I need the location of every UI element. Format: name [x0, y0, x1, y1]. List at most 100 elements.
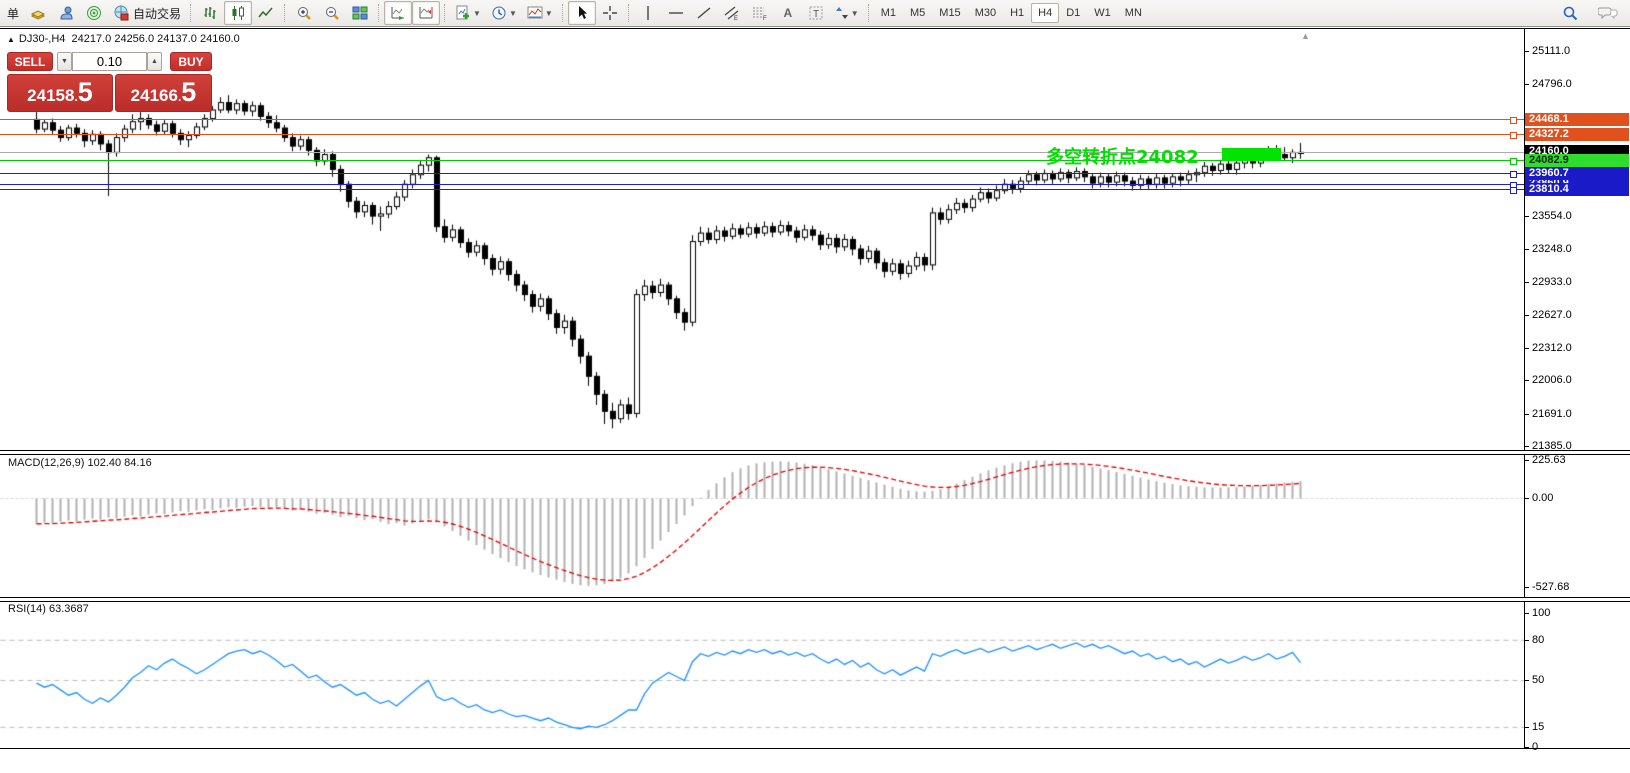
triangle-up-icon: ▲	[151, 58, 158, 65]
sell-price-point: 5	[78, 75, 93, 109]
horizontal-price-line[interactable]	[0, 119, 1524, 120]
line-handle[interactable]	[1510, 158, 1517, 165]
rsi-tick-mark	[1524, 747, 1529, 748]
price-tick-mark	[1524, 348, 1529, 349]
price-line-label: 24082.9	[1525, 154, 1629, 167]
scroll-up-icon[interactable]: ▲	[1301, 31, 1310, 41]
pane-splitter[interactable]	[0, 450, 1630, 455]
price-chart-canvas[interactable]	[0, 29, 1630, 773]
signal-icon[interactable]	[80, 1, 108, 25]
chevron-down-icon: ▼	[509, 9, 517, 18]
toolbar-separator	[378, 4, 380, 22]
autotrading-label: 自动交易	[133, 5, 181, 22]
tab-timeframe-w1[interactable]: W1	[1087, 3, 1118, 23]
rsi-tick-mark	[1524, 680, 1529, 681]
crosshair-icon[interactable]	[596, 1, 624, 25]
line-handle[interactable]	[1510, 117, 1517, 124]
book-icon[interactable]	[24, 1, 52, 25]
candlestick-icon[interactable]	[224, 1, 252, 25]
horizontal-price-line[interactable]	[0, 189, 1524, 190]
chart-symbol-header: ▲DJ30-,H4 24217.0 24256.0 24137.0 24160.…	[7, 33, 240, 45]
sell-button[interactable]: SELL	[7, 52, 53, 71]
horizontal-line-icon[interactable]	[662, 1, 690, 25]
macd-indicator-label: MACD(12,26,9) 102.40 84.16	[8, 457, 152, 469]
annotation-rectangle[interactable]	[1222, 148, 1281, 161]
price-tick-mark	[1524, 315, 1529, 316]
pane-splitter[interactable]	[0, 597, 1630, 602]
tab-timeframe-m1[interactable]: M1	[874, 3, 903, 23]
price-tick-label: 23554.0	[1532, 210, 1572, 222]
buy-price-main: 24166	[131, 78, 178, 114]
toolbar-separator	[444, 4, 446, 22]
chart-shift-icon[interactable]	[412, 1, 440, 25]
toolbar-separator	[868, 4, 870, 22]
price-tick-mark	[1524, 282, 1529, 283]
templates-button[interactable]: ▼	[522, 1, 558, 25]
zoom-in-icon[interactable]	[290, 1, 318, 25]
macd-tick-label: 225.63	[1532, 454, 1566, 466]
tab-timeframe-m15[interactable]: M15	[932, 3, 967, 23]
toolbar-separator	[628, 4, 630, 22]
horizontal-price-line[interactable]	[0, 184, 1524, 185]
sell-price-button[interactable]: 24158.5	[7, 74, 113, 112]
rsi-tick-label: 50	[1532, 674, 1544, 686]
tab-timeframe-d1[interactable]: D1	[1059, 3, 1087, 23]
tile-windows-icon[interactable]	[346, 1, 374, 25]
price-tick-label: 25111.0	[1532, 45, 1570, 57]
chart-area[interactable]: ▲DJ30-,H4 24217.0 24256.0 24137.0 24160.…	[0, 28, 1630, 773]
text-icon[interactable]: A	[774, 1, 802, 25]
horizontal-price-line[interactable]	[0, 134, 1524, 135]
search-icon[interactable]	[1556, 1, 1584, 25]
tab-timeframe-h4[interactable]: H4	[1031, 3, 1059, 23]
chevron-down-icon: ▼	[473, 9, 481, 18]
autotrading-button[interactable]: 自动交易	[108, 1, 186, 25]
chevron-down-icon: ▼	[545, 9, 553, 18]
collapse-arrow-icon[interactable]: ▲	[7, 35, 15, 44]
sell-button-label: SELL	[15, 55, 46, 69]
cursor-icon[interactable]	[568, 1, 596, 25]
tab-timeframe-m30[interactable]: M30	[968, 3, 1003, 23]
toolbar-separator	[562, 4, 564, 22]
horizontal-price-line[interactable]	[0, 152, 1524, 153]
price-tick-mark	[1524, 84, 1529, 85]
fibonacci-icon[interactable]: F	[746, 1, 774, 25]
horizontal-price-line[interactable]	[0, 173, 1524, 174]
one-click-trading-panel: SELL ▼ 0.10 ▲ BUY 24158.5 24166.5	[7, 52, 212, 112]
editor-icon[interactable]	[52, 1, 80, 25]
indicators-button[interactable]: ▼	[450, 1, 486, 25]
tab-timeframe-m5[interactable]: M5	[903, 3, 932, 23]
line-chart-icon[interactable]	[252, 1, 280, 25]
tab-timeframe-mn[interactable]: MN	[1118, 3, 1149, 23]
volume-input[interactable]: 0.10	[72, 52, 147, 71]
price-tick-label: 22312.0	[1532, 342, 1572, 354]
arrows-button[interactable]: ▼	[830, 1, 864, 25]
tab-timeframe-h1[interactable]: H1	[1003, 3, 1031, 23]
vertical-line-icon[interactable]	[634, 1, 662, 25]
periods-button[interactable]: ▼	[486, 1, 522, 25]
chat-icon[interactable]	[1594, 1, 1622, 25]
buy-price-button[interactable]: 24166.5	[115, 74, 212, 112]
svg-text:T: T	[813, 9, 819, 20]
zoom-out-icon[interactable]	[318, 1, 346, 25]
price-tick-label: 22627.0	[1532, 309, 1572, 321]
auto-scroll-icon[interactable]	[384, 1, 412, 25]
price-tick-mark	[1524, 51, 1529, 52]
trendline-icon[interactable]	[690, 1, 718, 25]
line-handle[interactable]	[1510, 187, 1517, 194]
price-tick-mark	[1524, 414, 1529, 415]
rsi-indicator-label: RSI(14) 63.3687	[8, 603, 89, 615]
bar-chart-icon[interactable]	[196, 1, 224, 25]
volume-increase-button[interactable]: ▲	[147, 52, 162, 71]
line-handle[interactable]	[1510, 132, 1517, 139]
triangle-down-icon: ▼	[61, 58, 68, 65]
clock-icon	[491, 5, 507, 21]
volume-decrease-button[interactable]: ▼	[57, 52, 72, 71]
equidistant-channel-icon[interactable]: E	[718, 1, 746, 25]
line-handle[interactable]	[1510, 171, 1517, 178]
buy-button[interactable]: BUY	[170, 52, 212, 71]
new-order-button[interactable]: 单	[2, 1, 24, 25]
sell-price-main: 24158	[27, 78, 74, 114]
text-label-icon[interactable]: T	[802, 1, 830, 25]
annotation-text[interactable]: 多空转折点24082	[1046, 143, 1199, 169]
horizontal-price-line[interactable]	[0, 160, 1524, 161]
